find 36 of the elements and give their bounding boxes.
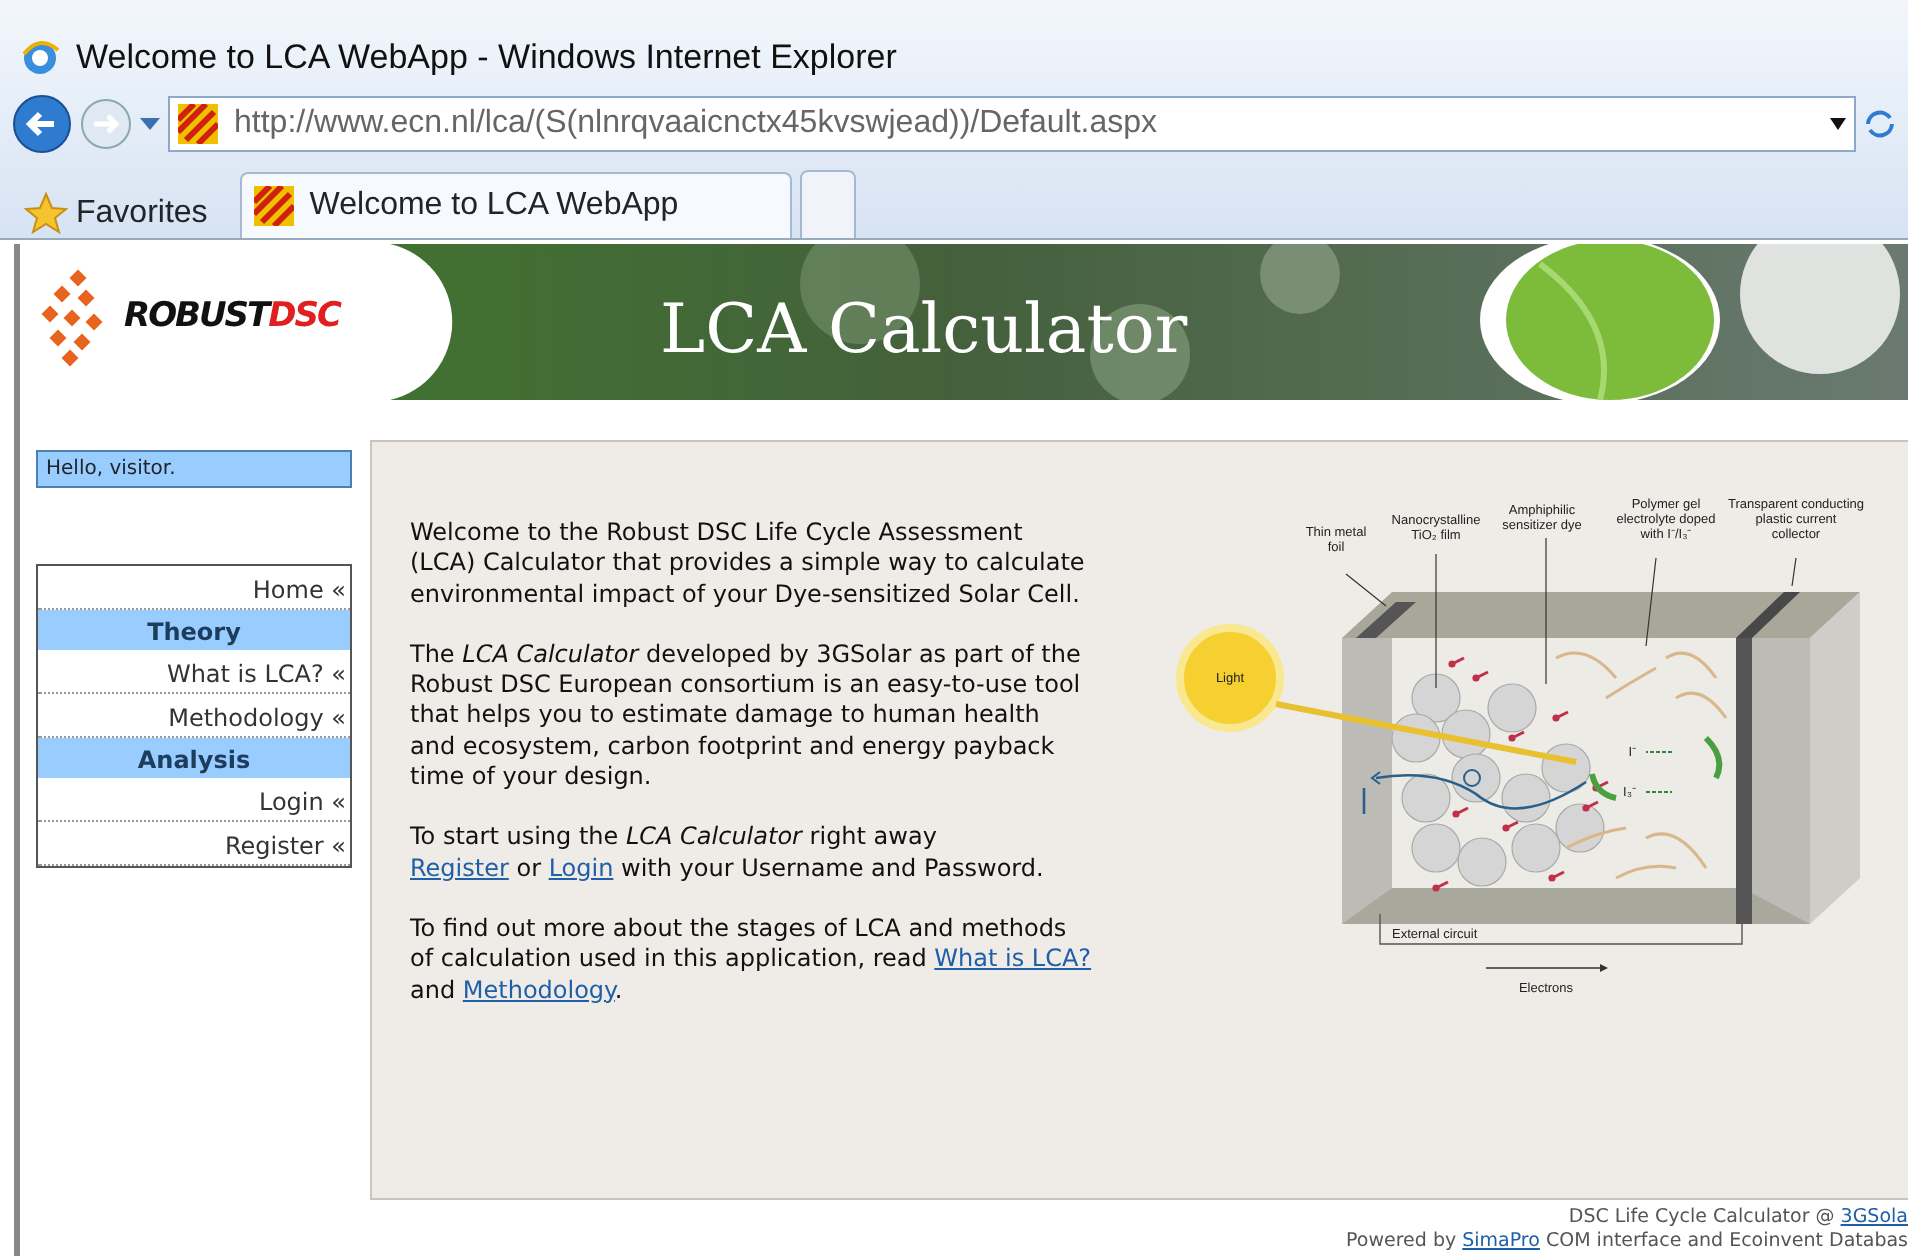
site-icon (253, 186, 294, 226)
address-field[interactable]: http://www.ecn.nl/lca/(S(nlnrqvaaicnctx45kvswjead))/Default.aspx (168, 96, 1856, 152)
greeting-bar: Hello, visitor. (36, 450, 352, 488)
text-link[interactable]: What is LCA? (934, 944, 1092, 973)
page-title: LCA Calculator (660, 288, 1188, 374)
menu-link[interactable]: What is LCA? « (38, 650, 350, 694)
browser-icon (20, 38, 60, 78)
site-icon (178, 104, 218, 144)
paragraph: To start using the LCA Calculator right away Register or Login with your Username and Password. (410, 822, 1046, 884)
leader-line (1345, 573, 1387, 607)
window-title: Welcome to LCA WebApp - Windows Internet Explorer (76, 36, 897, 81)
leader-line (1435, 553, 1437, 689)
star-icon (24, 192, 68, 236)
footer-text: DSC Life Cycle Calculator @ 3GSola (1566, 1206, 1908, 1230)
favorites-button[interactable]: Favorites (16, 190, 216, 238)
paragraph: To find out more about the stages of LCA and methods of calculation used in this application, read What is LCA? and Methodology. (410, 913, 1092, 1006)
leader-line (1645, 557, 1657, 647)
leader-line (1791, 557, 1797, 587)
menu-heading: Theory (38, 610, 350, 650)
paragraph: Welcome to the Robust DSC Life Cycle Assessment (LCA) Calculator that provides a simple way to calculate environmental impact of your Dye-sensitized Solar Cell. (410, 518, 1087, 610)
refresh-icon[interactable] (1864, 108, 1896, 140)
text-link[interactable]: Methodology (462, 975, 615, 1004)
back-button[interactable] (12, 94, 72, 154)
forward-button[interactable] (80, 98, 132, 150)
browser-tab[interactable]: Welcome to LCA WebApp (239, 172, 793, 238)
dropdown-icon[interactable] (1830, 118, 1846, 130)
footer-link[interactable]: 3GSola (1840, 1206, 1908, 1228)
footer-link[interactable]: SimaPro (1462, 1230, 1540, 1252)
paragraph: The LCA Calculator developed by 3GSolar as part of the Robust DSC European consortium is an easy-to-use tool that helps you to estimate damage to human health and ecosystem, carbon footprint and energy payback time of your design. (410, 639, 1083, 793)
text-link[interactable]: Login (548, 853, 614, 882)
menu-link[interactable]: Login « (38, 778, 350, 822)
menu-heading: Analysis (38, 738, 350, 778)
menu-link[interactable]: Register « (38, 822, 350, 866)
text-link[interactable]: Register (410, 853, 509, 882)
footer-text: Powered by SimaPro COM interface and Ecoinvent Databas (1344, 1230, 1908, 1254)
logo-text: ROBUSTDSC (124, 294, 340, 341)
